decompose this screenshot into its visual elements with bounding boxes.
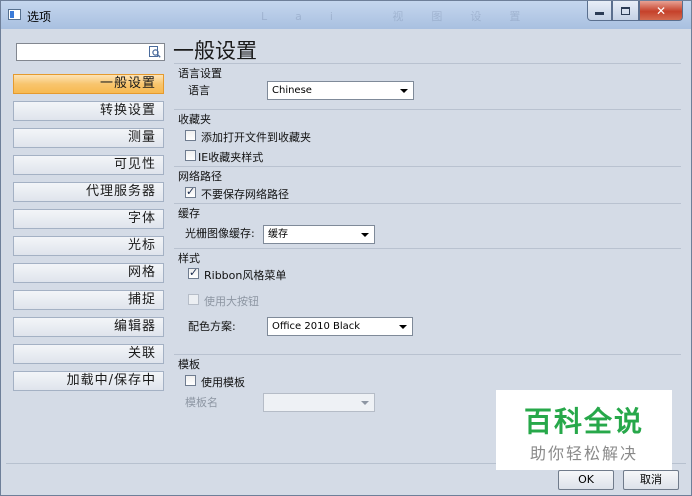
- nav-item-measure[interactable]: 测量: [13, 128, 164, 148]
- cancel-button[interactable]: 取消: [623, 470, 679, 490]
- nav-item-conversion[interactable]: 转换设置: [13, 101, 164, 121]
- group-divider: [174, 109, 681, 110]
- nav-item-cursor[interactable]: 光标: [13, 236, 164, 256]
- color-scheme-select-value: Office 2010 Black: [272, 321, 361, 332]
- group-divider: [174, 63, 681, 64]
- template-name-label: 模板名: [185, 396, 218, 409]
- ribbon-menu-checkbox[interactable]: [188, 266, 199, 279]
- large-buttons-label: 使用大按钮: [204, 295, 259, 308]
- favorites-group-label: 收藏夹: [178, 113, 211, 126]
- dont-save-network-path-label: 不要保存网络路径: [201, 188, 289, 201]
- cache-group-label: 缓存: [178, 207, 200, 220]
- dont-save-network-path-checkbox[interactable]: [185, 185, 196, 198]
- ok-button[interactable]: OK: [558, 470, 614, 490]
- window-controls: ✕: [587, 1, 683, 21]
- color-scheme-select[interactable]: Office 2010 Black: [267, 317, 413, 336]
- window-title: 选项: [27, 10, 52, 24]
- page-title: 一般设置: [173, 39, 257, 63]
- category-nav: 一般设置 转换设置 测量 可见性 代理服务器 字体 光标 网格 捕捉 编辑器 关…: [13, 74, 164, 398]
- minimize-icon: [595, 12, 604, 15]
- large-buttons-checkbox[interactable]: [188, 294, 199, 305]
- settings-panel: 一般设置 语言设置 语言 Chinese 收藏夹 添加打开文件到收藏夹 IE收藏…: [168, 29, 687, 419]
- maximize-button[interactable]: [612, 1, 639, 21]
- close-icon: ✕: [655, 3, 667, 18]
- maximize-icon: [621, 6, 630, 15]
- nav-item-visibility[interactable]: 可见性: [13, 155, 164, 175]
- color-scheme-label: 配色方案:: [188, 320, 236, 333]
- add-to-favorites-checkbox[interactable]: [185, 130, 196, 141]
- nav-item-proxy[interactable]: 代理服务器: [13, 182, 164, 202]
- template-name-select[interactable]: [263, 393, 375, 412]
- language-select[interactable]: Chinese: [267, 81, 414, 100]
- close-button[interactable]: ✕: [639, 1, 683, 21]
- ie-favorites-style-label: IE收藏夹样式: [198, 151, 264, 164]
- watermark-logo: 百科全说 助你轻松解决: [496, 390, 672, 470]
- options-window: 选项 Lai 视图设置 位置 时间 功能 ✕ 一般设置 转换设置 测量 可见性 …: [0, 0, 692, 496]
- group-divider: [174, 354, 681, 355]
- add-to-favorites-label: 添加打开文件到收藏夹: [201, 131, 311, 144]
- nav-item-association[interactable]: 关联: [13, 344, 164, 364]
- nav-item-grid[interactable]: 网格: [13, 263, 164, 283]
- nav-item-general[interactable]: 一般设置: [13, 74, 164, 94]
- ie-favorites-style-checkbox[interactable]: [185, 150, 196, 161]
- app-icon: [8, 9, 21, 20]
- group-divider: [174, 203, 681, 204]
- ribbon-menu-label: Ribbon风格菜单: [204, 269, 287, 282]
- nav-item-loading-saving[interactable]: 加载中/保存中: [13, 371, 164, 391]
- chevron-down-icon: [361, 401, 369, 405]
- chevron-down-icon: [400, 89, 408, 93]
- minimize-button[interactable]: [587, 1, 612, 21]
- search-input[interactable]: [16, 43, 165, 61]
- nav-item-editor[interactable]: 编辑器: [13, 317, 164, 337]
- language-select-value: Chinese: [272, 85, 312, 96]
- language-group-label: 语言设置: [178, 67, 222, 80]
- nav-item-snap[interactable]: 捕捉: [13, 290, 164, 310]
- style-group-label: 样式: [178, 252, 200, 265]
- use-template-label: 使用模板: [201, 376, 245, 389]
- raster-cache-select-value: 缓存: [268, 229, 288, 240]
- group-divider: [174, 166, 681, 167]
- chevron-down-icon: [399, 325, 407, 329]
- titlebar-background-text: Lai 视图设置 位置 时间 功能: [261, 10, 541, 22]
- language-label: 语言: [188, 84, 210, 97]
- search-icon[interactable]: [149, 46, 161, 58]
- raster-cache-label: 光栅图像缓存:: [185, 227, 255, 240]
- use-template-checkbox[interactable]: [185, 375, 196, 386]
- raster-cache-select[interactable]: 缓存: [263, 225, 375, 244]
- network-group-label: 网络路径: [178, 170, 222, 183]
- group-divider: [174, 248, 681, 249]
- watermark-main-text: 百科全说: [523, 405, 644, 438]
- chevron-down-icon: [361, 233, 369, 237]
- nav-item-font[interactable]: 字体: [13, 209, 164, 229]
- title-bar[interactable]: 选项 Lai 视图设置 位置 时间 功能 ✕: [1, 1, 691, 29]
- watermark-sub-text: 助你轻松解决: [529, 444, 638, 463]
- template-group-label: 模板: [178, 358, 200, 371]
